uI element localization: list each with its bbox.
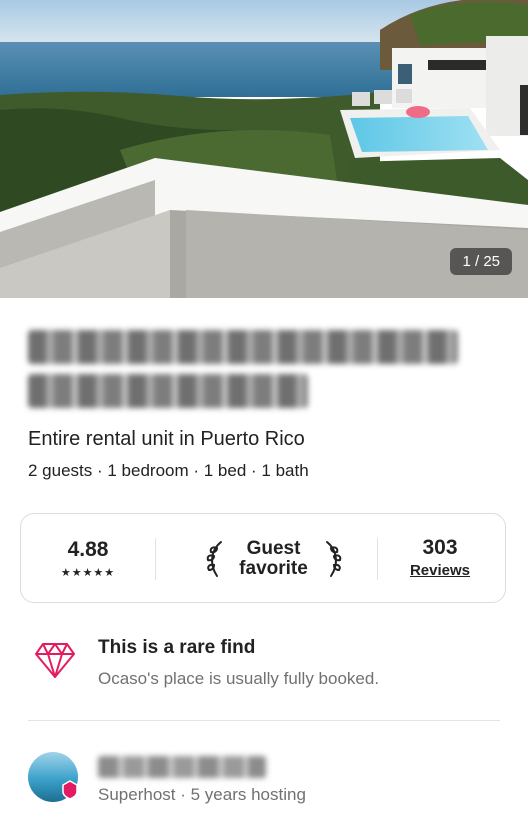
listing-photo-image xyxy=(0,0,528,298)
laurel-right-icon xyxy=(325,541,341,577)
photo-counter-badge: 1 / 25 xyxy=(450,248,512,275)
host-name-redacted xyxy=(98,756,266,778)
rating-block: 4.88 ★★★★★ xyxy=(21,514,155,579)
reviews-block[interactable]: 303 Reviews xyxy=(375,514,505,579)
rare-find-subtitle: Ocaso's place is usually fully booked. xyxy=(98,669,380,688)
listing-details: 2 guests · 1 bedroom · 1 bed · 1 bath xyxy=(28,461,309,480)
reviews-link[interactable]: Reviews xyxy=(375,562,505,579)
guest-favorite-label: Guest favorite xyxy=(239,538,308,579)
rating-value: 4.88 xyxy=(67,538,109,561)
host-subtitle: Superhost · 5 years hosting xyxy=(98,785,306,804)
star-rating-icon: ★★★★★ xyxy=(60,567,116,579)
diamond-icon xyxy=(35,643,75,678)
divider xyxy=(155,538,156,580)
guest-favorite-badge: Guest favorite xyxy=(171,514,376,604)
superhost-badge-icon xyxy=(62,780,78,800)
listing-type: Entire rental unit in Puerto Rico xyxy=(28,428,305,450)
listing-photo[interactable]: 1 / 25 xyxy=(0,0,528,298)
listing-title-redacted xyxy=(28,330,458,418)
rare-find-title: This is a rare find xyxy=(98,637,256,658)
highlights-card[interactable]: 4.88 ★★★★★ Guest favorite 303 Reviews xyxy=(20,513,506,603)
section-divider xyxy=(28,720,500,721)
laurel-left-icon xyxy=(206,541,222,577)
reviews-count: 303 xyxy=(422,536,458,559)
